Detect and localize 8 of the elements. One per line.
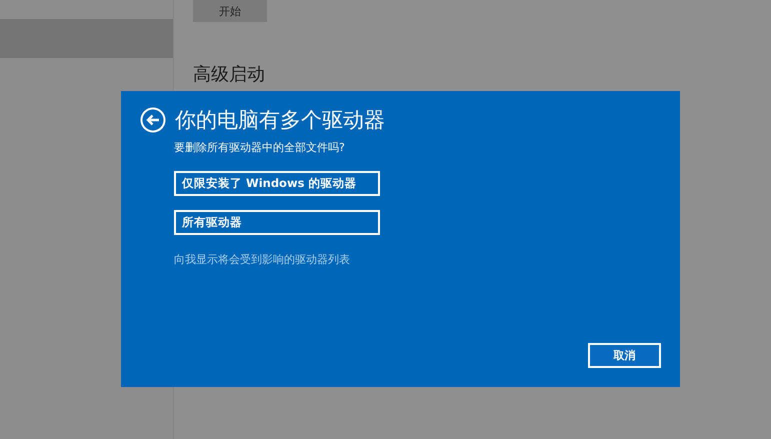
cancel-button[interactable]: 取消 xyxy=(588,343,661,368)
start-button[interactable]: 开始 xyxy=(193,0,267,22)
question-text: 要删除所有驱动器中的全部文件吗? xyxy=(174,140,345,155)
section-heading: 高级启动 xyxy=(193,63,265,86)
option-button[interactable]: 所有驱动器 xyxy=(174,210,380,235)
dialog-title: 你的电脑有多个驱动器 xyxy=(175,107,385,134)
option-button[interactable]: 仅限安装了 Windows 的驱动器 xyxy=(174,171,380,196)
drive-list-link[interactable]: 向我显示将会受到影响的驱动器列表 xyxy=(174,252,350,267)
